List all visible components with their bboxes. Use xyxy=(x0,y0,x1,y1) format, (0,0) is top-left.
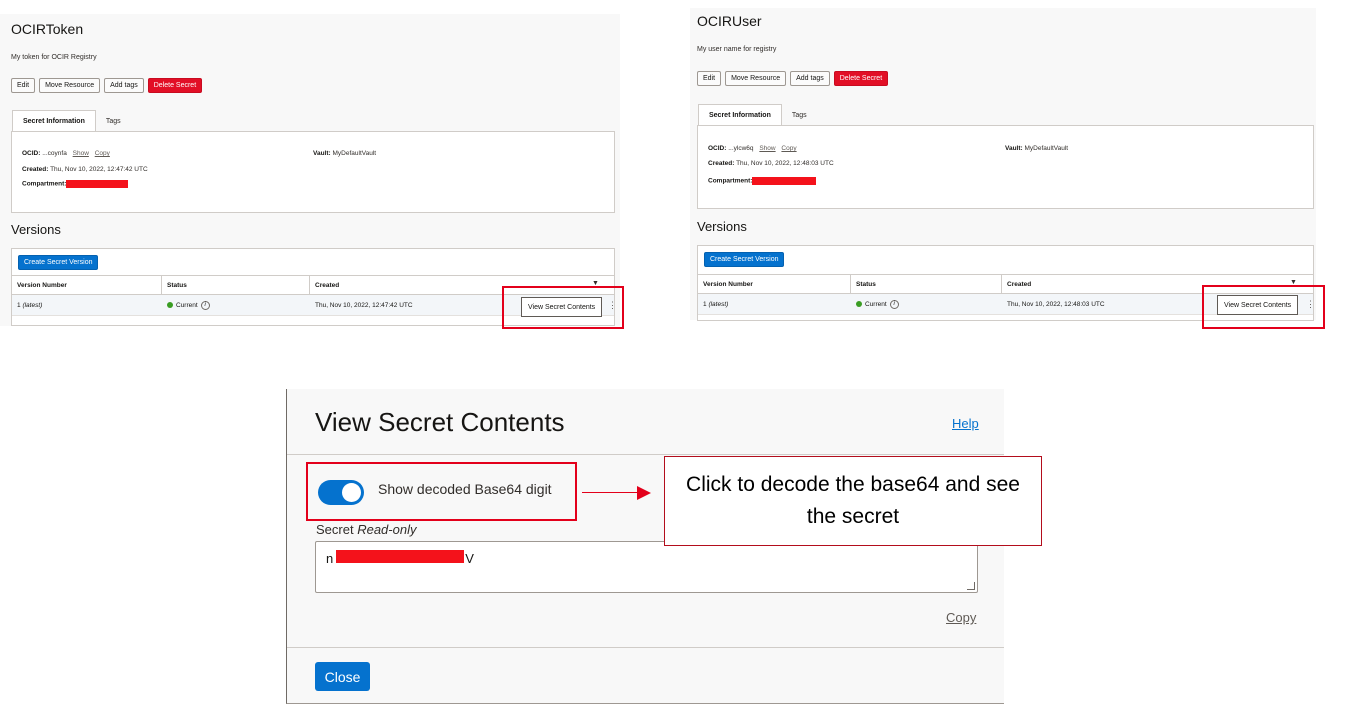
left-ocid-copy-link[interactable]: Copy xyxy=(95,150,110,157)
right-vault-line: Vault: MyDefaultVault xyxy=(1005,145,1069,152)
right-action-buttons: Edit Move Resource Add tags Delete Secre… xyxy=(697,71,889,86)
right-row-version: 1 (latest) xyxy=(703,300,729,308)
right-created-line: Created: Thu, Nov 10, 2022, 12:48:03 UTC xyxy=(708,160,834,167)
right-edit-button[interactable]: Edit xyxy=(697,71,722,86)
status-dot-icon xyxy=(167,302,173,308)
callout-arrow-line xyxy=(582,492,638,493)
right-tabs: Secret Information Tags xyxy=(698,104,817,126)
right-compartment-line: Compartment: xyxy=(708,177,817,185)
secret-field-label: Secret Read-only xyxy=(316,522,417,537)
left-created-line: Created: Thu, Nov 10, 2022, 12:47:42 UTC xyxy=(22,166,148,173)
right-create-secret-version-button[interactable]: Create Secret Version xyxy=(704,252,785,267)
right-ocid-copy-link[interactable]: Copy xyxy=(781,145,796,152)
right-row-status: Current i xyxy=(851,294,1002,314)
copy-secret-link[interactable]: Copy xyxy=(946,610,976,625)
right-tab-tags[interactable]: Tags xyxy=(782,104,817,126)
right-ocid-show-link[interactable]: Show xyxy=(759,145,775,152)
left-compartment-redaction xyxy=(66,180,129,188)
right-info-box xyxy=(697,125,1314,209)
right-move-resource-button[interactable]: Move Resource xyxy=(725,71,787,86)
right-col-status[interactable]: Status xyxy=(851,275,1002,293)
left-description: My token for OCIR Registry xyxy=(11,54,97,61)
info-icon[interactable]: i xyxy=(200,300,210,310)
callout-box: Click to decode the base64 and see the s… xyxy=(664,456,1042,546)
left-page-title: OCIRToken xyxy=(11,21,84,37)
right-highlight-frame xyxy=(1202,285,1325,329)
left-action-buttons: Edit Move Resource Add tags Delete Secre… xyxy=(11,78,203,93)
left-vault-line: Vault: MyDefaultVault xyxy=(313,150,377,157)
help-link[interactable]: Help xyxy=(952,416,979,431)
right-versions-title: Versions xyxy=(697,219,747,234)
view-secret-contents-dialog: View Secret Contents Help Show decoded B… xyxy=(286,389,1004,704)
secret-textarea[interactable]: nV xyxy=(315,541,978,593)
left-delete-secret-button[interactable]: Delete Secret xyxy=(147,78,203,93)
left-ocid-show-link[interactable]: Show xyxy=(73,150,89,157)
info-icon[interactable]: i xyxy=(889,299,899,309)
left-create-secret-version-button[interactable]: Create Secret Version xyxy=(18,255,99,270)
resize-handle-icon[interactable] xyxy=(967,582,975,590)
left-row-status: Current i xyxy=(162,295,310,315)
left-versions-title: Versions xyxy=(11,222,61,237)
right-description: My user name for registry xyxy=(697,46,777,53)
right-delete-secret-button[interactable]: Delete Secret xyxy=(833,71,889,86)
toggle-highlight-frame xyxy=(306,462,577,521)
left-col-status[interactable]: Status xyxy=(162,276,310,294)
right-compartment-redaction xyxy=(752,177,817,185)
left-compartment-line: Compartment: xyxy=(22,180,129,188)
close-button[interactable]: Close xyxy=(315,662,370,691)
left-col-version[interactable]: Version Number xyxy=(12,276,162,294)
left-tabs: Secret Information Tags xyxy=(12,110,131,132)
dialog-header: View Secret Contents Help xyxy=(287,389,1004,455)
left-move-resource-button[interactable]: Move Resource xyxy=(39,78,101,93)
right-add-tags-button[interactable]: Add tags xyxy=(790,71,830,86)
left-tab-tags[interactable]: Tags xyxy=(96,110,131,132)
status-dot-icon xyxy=(856,301,862,307)
left-row-version: 1 (latest) xyxy=(17,301,43,309)
secret-redaction xyxy=(336,550,464,563)
right-ocid-line: OCID: ...ylcw6q Show Copy xyxy=(708,145,797,152)
right-tab-secret-information[interactable]: Secret Information xyxy=(698,104,782,126)
left-tab-secret-information[interactable]: Secret Information xyxy=(12,110,96,132)
dialog-title: View Secret Contents xyxy=(315,407,565,437)
left-ocid-line: OCID: ...coynfa Show Copy xyxy=(22,150,110,157)
arrow-right-icon xyxy=(637,486,651,500)
right-page-title: OCIRUser xyxy=(697,13,762,29)
dialog-footer: Close xyxy=(287,647,1004,704)
right-col-version[interactable]: Version Number xyxy=(698,275,851,293)
left-edit-button[interactable]: Edit xyxy=(11,78,36,93)
left-highlight-frame xyxy=(502,286,624,329)
left-add-tags-button[interactable]: Add tags xyxy=(104,78,144,93)
